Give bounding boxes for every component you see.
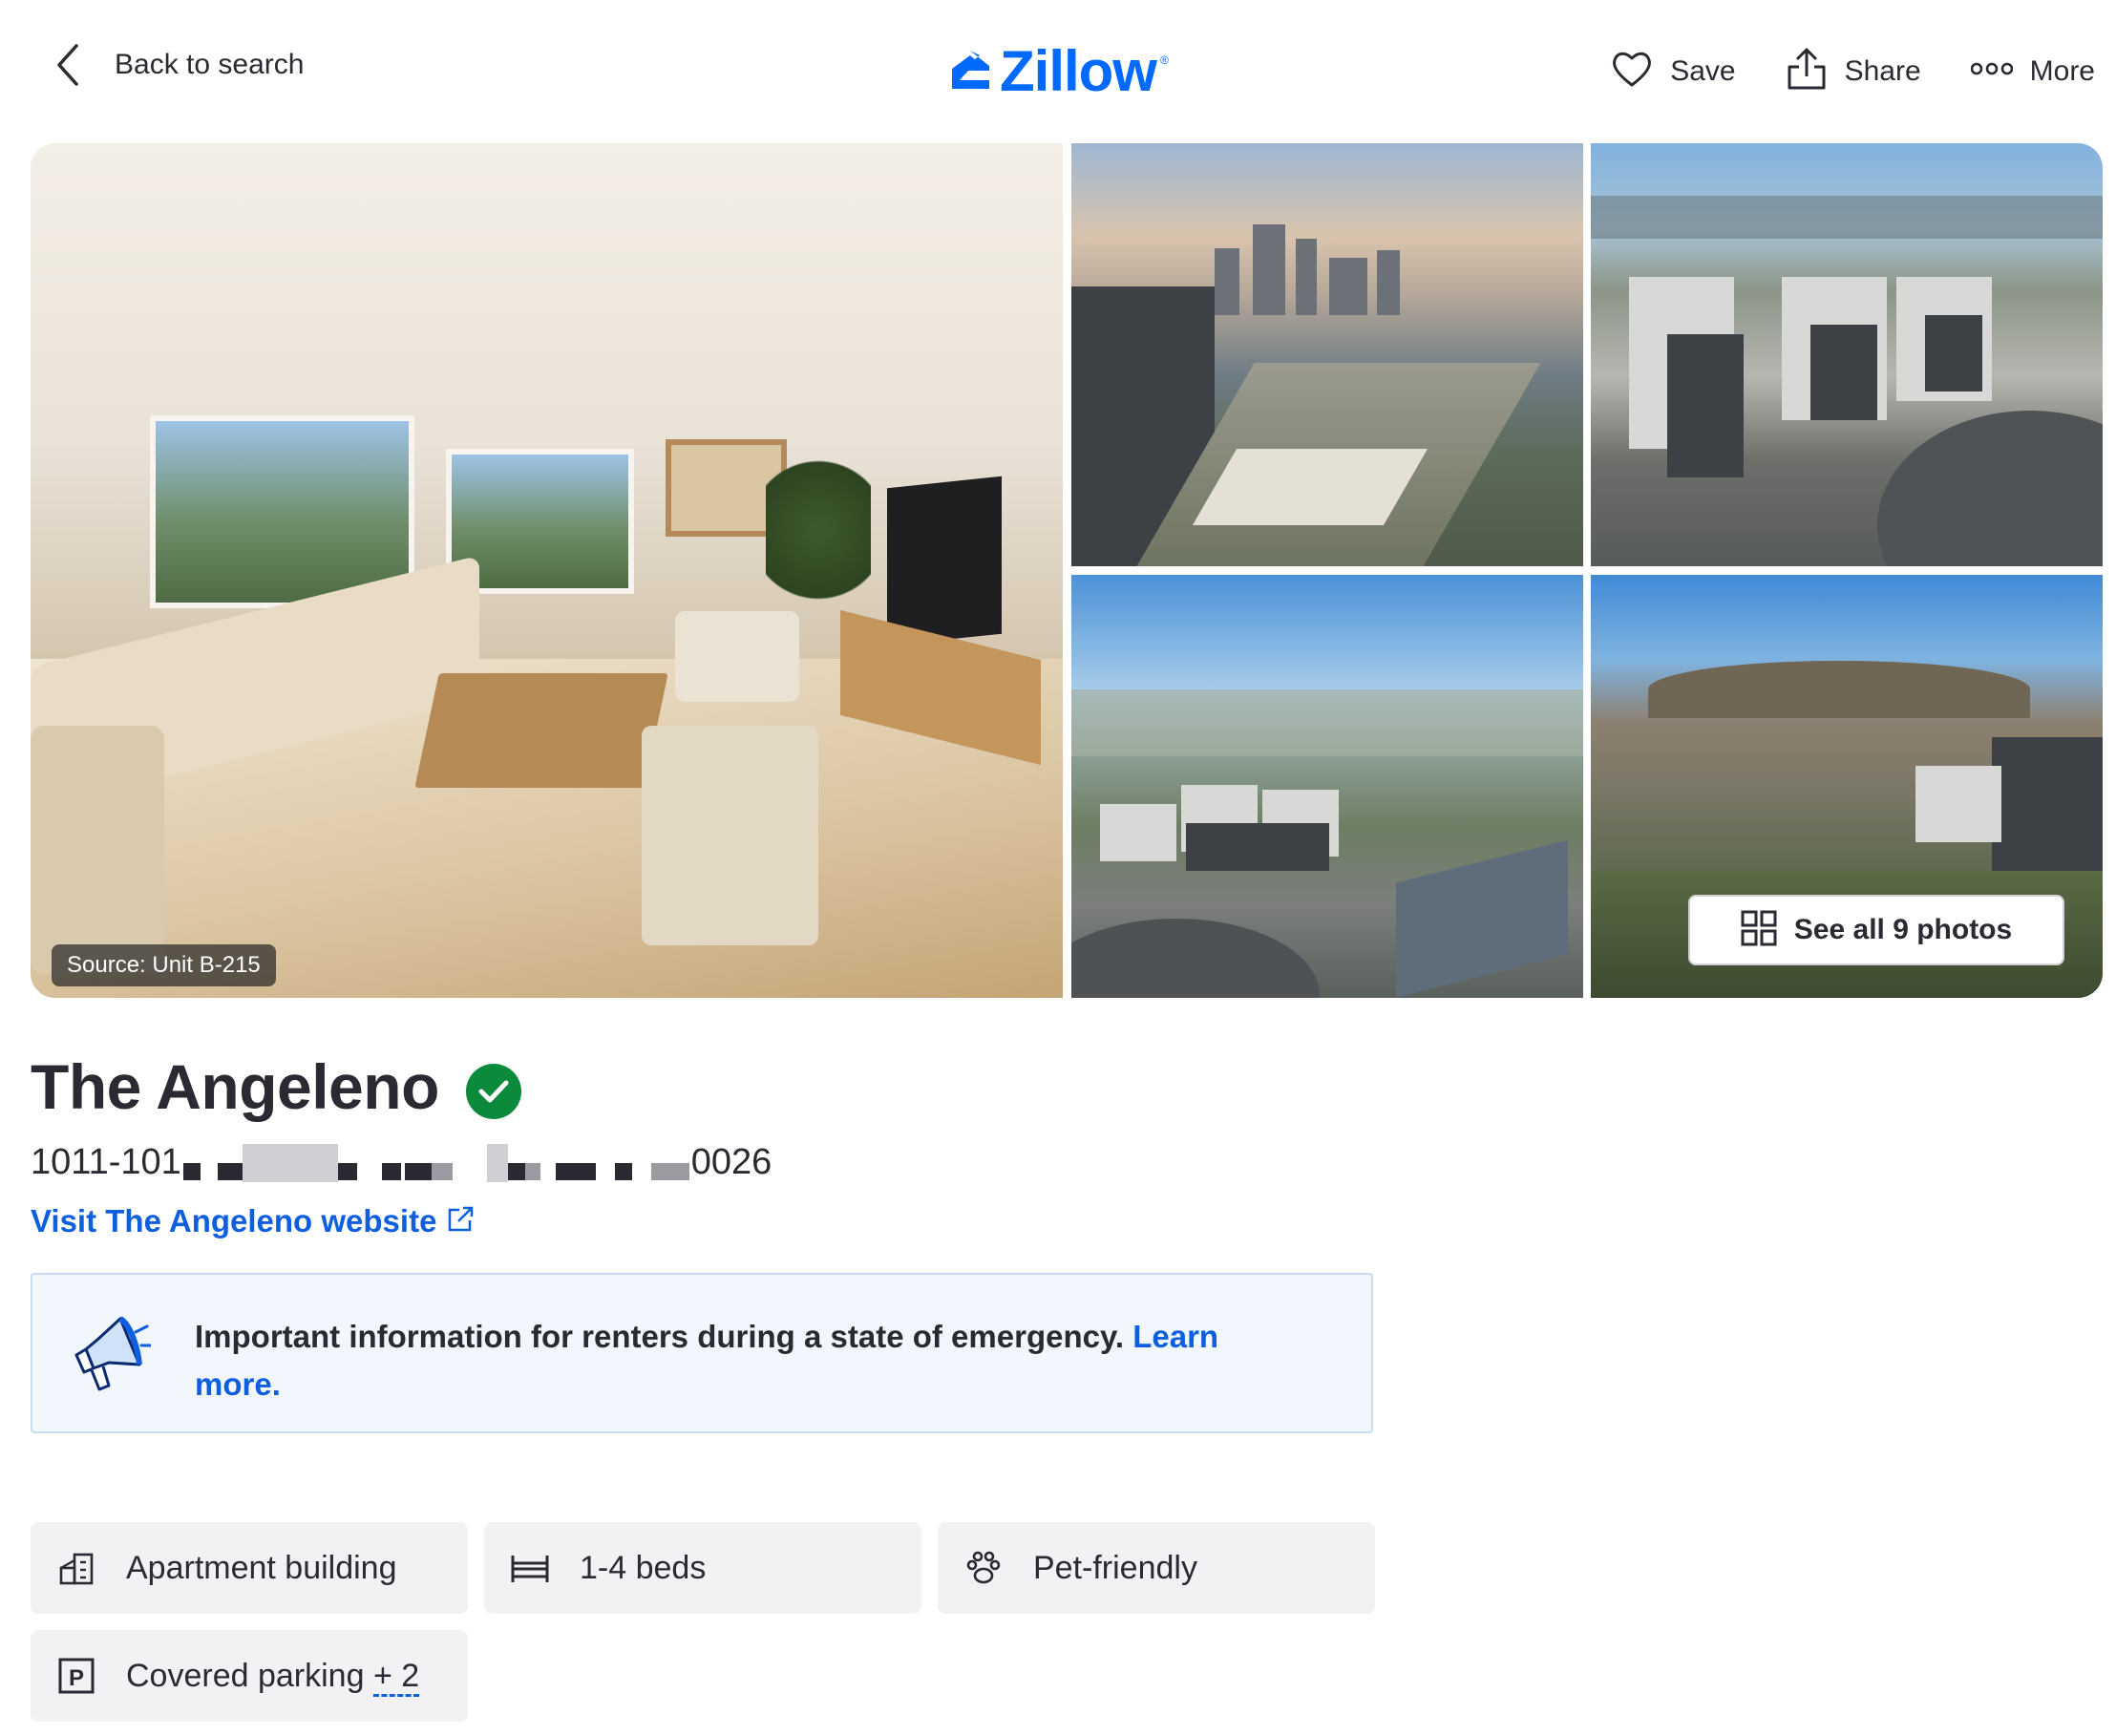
visit-website-link[interactable]: Visit The Angeleno website xyxy=(31,1203,475,1239)
photo-gallery: Source: Unit B-215 See all 9 photos xyxy=(31,143,2103,998)
notice-message: Important information for renters during… xyxy=(195,1319,1125,1354)
chevron-left-icon xyxy=(53,42,82,88)
megaphone-icon xyxy=(67,1311,153,1402)
registered-mark: ® xyxy=(1159,53,1169,67)
more-button[interactable]: More xyxy=(1970,54,2095,88)
feature-chip-building-type: Apartment building xyxy=(31,1522,468,1614)
feature-label: 1-4 beds xyxy=(580,1549,707,1586)
zillow-logo[interactable]: Zillow ® xyxy=(948,40,1169,103)
svg-text:P: P xyxy=(69,1665,84,1691)
listing-name: The Angeleno xyxy=(31,1051,439,1122)
address-redaction xyxy=(182,1143,689,1182)
more-icon xyxy=(1970,61,2013,81)
main-photo-living-room[interactable]: Source: Unit B-215 xyxy=(31,143,1063,998)
address-end: 0026 xyxy=(690,1142,772,1182)
more-features-link[interactable]: + 2 xyxy=(372,1657,420,1697)
feature-label: Covered parking + 2 xyxy=(126,1657,420,1697)
share-button[interactable]: Share xyxy=(1786,46,1921,96)
bed-icon xyxy=(509,1547,551,1589)
heart-icon xyxy=(1611,50,1653,93)
feature-chip-beds: 1-4 beds xyxy=(484,1522,921,1614)
emergency-notice-banner: Important information for renters during… xyxy=(31,1273,1373,1433)
verified-check-icon xyxy=(465,1064,521,1119)
more-label: More xyxy=(2029,54,2095,87)
visit-website-label: Visit The Angeleno website xyxy=(31,1203,437,1238)
back-to-search-label: Back to search xyxy=(115,49,305,80)
save-button[interactable]: Save xyxy=(1611,50,1736,93)
feature-chip-pets: Pet-friendly xyxy=(938,1522,1375,1614)
feature-label: Pet-friendly xyxy=(1033,1549,1197,1586)
save-label: Save xyxy=(1670,54,1736,87)
photo-source-tag: Source: Unit B-215 xyxy=(52,944,276,986)
photo-rooftop-downtown-view[interactable] xyxy=(1071,143,1583,566)
share-icon xyxy=(1786,46,1828,96)
building-icon xyxy=(55,1547,97,1589)
see-all-photos-button[interactable]: See all 9 photos xyxy=(1688,895,2064,965)
photo-aerial-buildings[interactable] xyxy=(1591,143,2103,566)
see-all-photos-label: See all 9 photos xyxy=(1793,914,2013,945)
header-actions: Save Share More xyxy=(1611,46,2095,96)
back-to-search-button[interactable]: Back to search xyxy=(53,42,304,88)
notice-text: Important information for renters during… xyxy=(195,1313,1312,1408)
parking-icon: P xyxy=(55,1655,97,1697)
grid-icon xyxy=(1741,910,1777,951)
parking-label: Covered parking xyxy=(126,1657,365,1694)
zillow-wordmark: Zillow xyxy=(1000,39,1157,103)
feature-chip-parking: P Covered parking + 2 xyxy=(31,1630,468,1722)
zillow-mark-icon xyxy=(948,48,992,96)
address-start: 1011-101 xyxy=(31,1142,181,1182)
paw-icon xyxy=(963,1547,1005,1589)
feature-label: Apartment building xyxy=(126,1549,397,1586)
photo-aerial-neighborhood[interactable] xyxy=(1071,575,1583,998)
external-link-icon xyxy=(446,1205,475,1238)
listing-address: 1011-101 0026 xyxy=(31,1142,772,1183)
share-label: Share xyxy=(1844,54,1921,87)
photo-aerial-hollywood-hills[interactable]: See all 9 photos xyxy=(1591,575,2103,998)
listing-title-row: The Angeleno xyxy=(31,1050,521,1123)
